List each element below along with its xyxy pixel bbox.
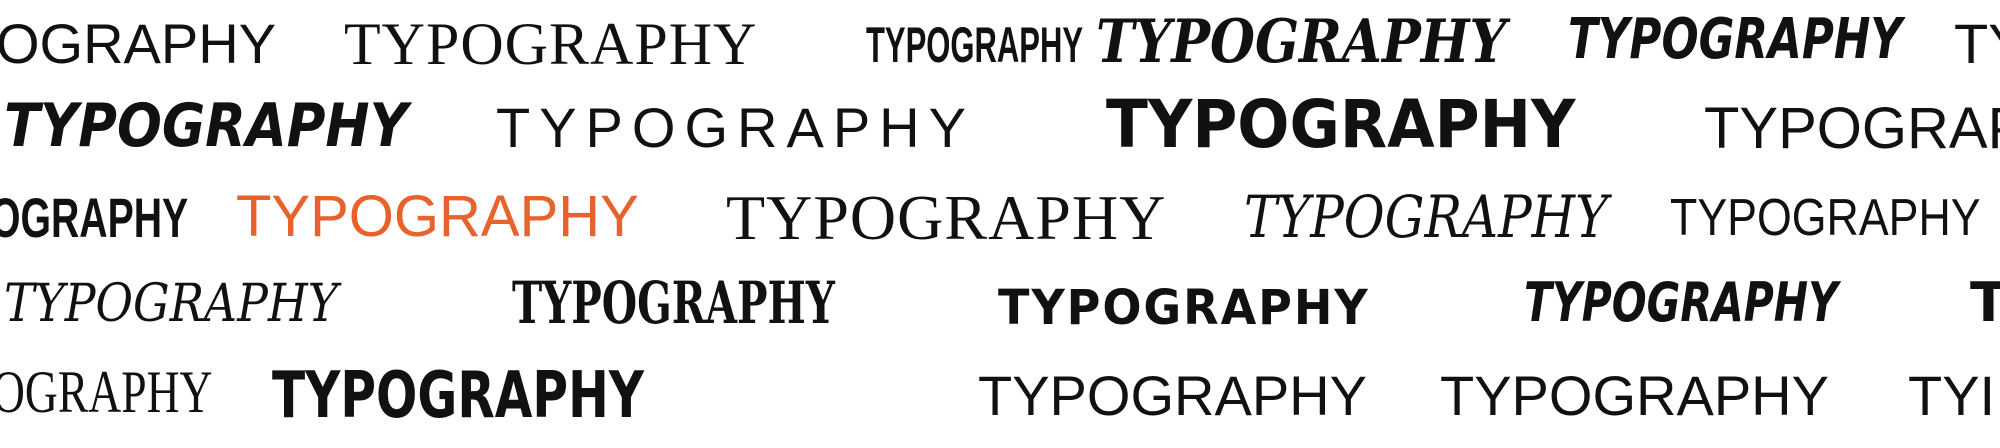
specimen-word: TYPOGRAPHY <box>1106 88 1576 163</box>
specimen-word: TYPOGRAPHY <box>726 182 1167 253</box>
specimen-word: TY <box>1954 12 2000 75</box>
typography-specimen-banner: OGRAPHY TYPOGRAPHY TYPOGRAPHY TYPOGRAPHY… <box>0 0 2000 448</box>
specimen-word: TYPOGRAPHY <box>512 269 835 337</box>
specimen-word: TYPOGRAPHY <box>1440 364 1829 427</box>
specimen-row-5: OGRAPHY TYPOGRAPHY TYPOGRAPHY TYPOGRAPHY… <box>0 352 2000 440</box>
specimen-word: TYPOGRAPHY <box>978 364 1367 427</box>
specimen-word: TYPOGRAPHY <box>1670 189 1981 247</box>
specimen-word: TYPOGRAPHY <box>496 96 975 159</box>
specimen-row-1: OGRAPHY TYPOGRAPHY TYPOGRAPHY TYPOGRAPHY… <box>0 2 2000 90</box>
specimen-word: TYPOGRAPHY <box>4 274 339 334</box>
specimen-word: TYPOGRAPHY <box>272 359 644 433</box>
specimen-word: TYPOGRAPHY <box>998 280 1370 336</box>
specimen-word: TYPOGRAPHY <box>236 184 639 249</box>
specimen-word: TYPOGRAPHY <box>1524 271 1838 334</box>
specimen-word: TYPOGRAPHY <box>1244 183 1609 251</box>
specimen-word: OGRAPHY <box>0 359 213 425</box>
specimen-word: OGRAPHY <box>0 186 189 249</box>
specimen-word: TYPOGRAPHY <box>4 91 408 161</box>
specimen-word: TYI <box>1908 364 1996 427</box>
specimen-word: OGRAPHY <box>0 12 277 75</box>
specimen-word: TYPOGRAPHY <box>1096 7 1507 77</box>
specimen-row-4: TYPOGRAPHY TYPOGRAPHY TYPOGRAPHY TYPOGRA… <box>0 264 2000 352</box>
specimen-row-2: TYPOGRAPHY TYPOGRAPHY TYPOGRAPHY TYPOGRA… <box>0 88 2000 176</box>
specimen-word: T <box>1970 271 2000 334</box>
specimen-word: TYPOGRAPHY <box>344 11 758 77</box>
specimen-word: TYPOGRAP <box>1704 96 2000 161</box>
specimen-word: TYPOGRAPHY <box>1568 7 1903 72</box>
specimen-word: TYPOGRAPHY <box>866 17 1084 73</box>
specimen-row-3: OGRAPHY TYPOGRAPHY TYPOGRAPHY TYPOGRAPHY… <box>0 176 2000 264</box>
